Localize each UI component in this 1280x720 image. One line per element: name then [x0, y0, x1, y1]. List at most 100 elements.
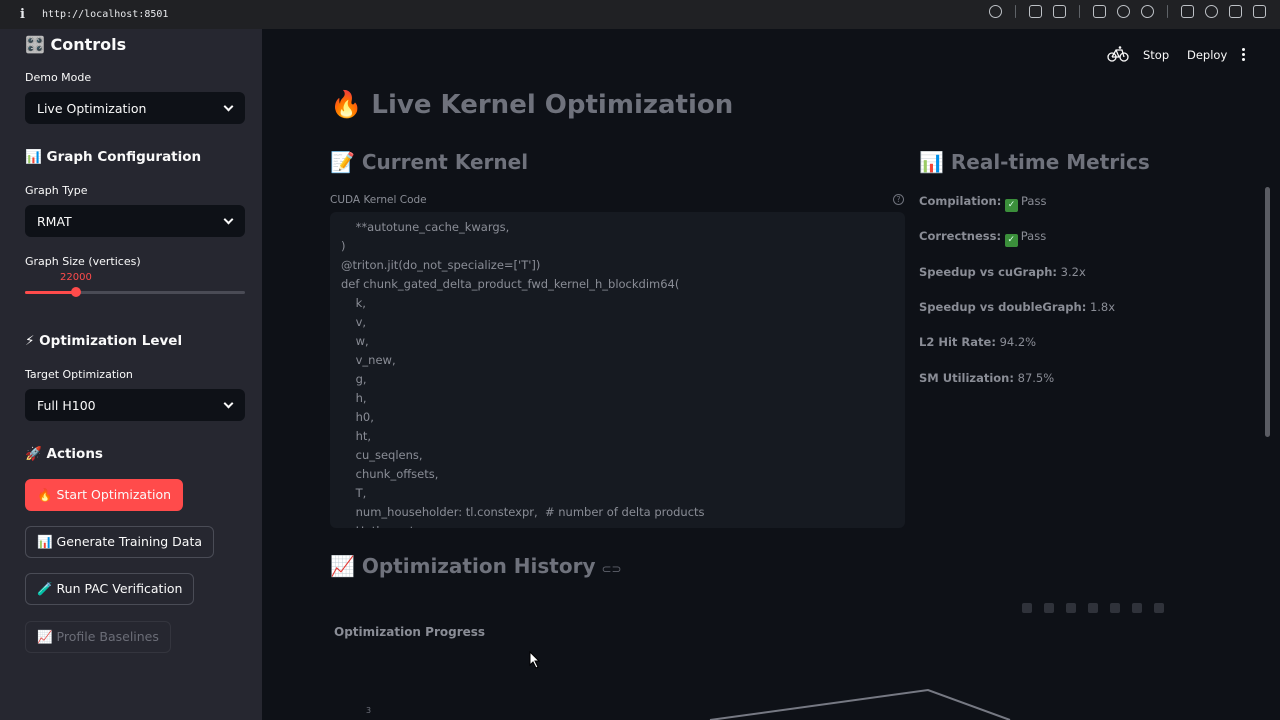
actions-heading: 🚀 Actions — [25, 446, 103, 462]
code-line: T, — [341, 486, 367, 500]
address-bar[interactable]: http://localhost:8501 — [42, 9, 168, 20]
metric-value: Pass — [1020, 229, 1047, 244]
code-line: v_new, — [341, 353, 396, 367]
code-line: h0, — [341, 410, 374, 424]
run-pac-verification-button[interactable]: 🧪 Run PAC Verification — [25, 573, 195, 605]
toolbar-divider — [1079, 5, 1080, 18]
graph-type-select[interactable]: RMAT — [25, 205, 245, 237]
graph-size-slider[interactable] — [25, 287, 245, 297]
pan-icon[interactable] — [1066, 603, 1076, 613]
code-label: CUDA Kernel Code — [330, 194, 427, 206]
chart-line — [709, 688, 1011, 720]
zoom-in-icon[interactable] — [1088, 603, 1098, 613]
demo-mode-value: Live Optimization — [37, 100, 147, 116]
anchor-link-icon[interactable]: ⊂⊃ — [602, 562, 622, 576]
sidebar-toggle-icon[interactable] — [1253, 5, 1266, 18]
camera-icon[interactable] — [1022, 603, 1032, 613]
metric-value: Pass — [1020, 194, 1047, 208]
toolbar-divider — [1167, 5, 1168, 18]
y-tick-label: 3 — [366, 706, 372, 715]
code-line: h, — [341, 391, 367, 405]
link-icon[interactable] — [989, 5, 1002, 18]
browser-toolbar: i http://localhost:8501 — [0, 0, 1280, 29]
metric-label: L2 Hit Rate: — [919, 335, 996, 350]
folder-icon[interactable] — [1093, 5, 1106, 18]
metric-value: 87.5% — [1017, 370, 1055, 385]
site-info-icon[interactable]: i — [20, 7, 36, 22]
code-line: g, — [341, 372, 367, 386]
metric-label: SM Utilization: — [919, 370, 1014, 385]
code-line: ) — [341, 239, 346, 253]
zoom-icon[interactable] — [1044, 603, 1054, 613]
metric-value: 94.2% — [999, 335, 1037, 350]
page-title: 🔥 Live Kernel Optimization — [330, 90, 734, 120]
main-scrollbar[interactable] — [1265, 187, 1270, 437]
metric-label: Speedup vs cuGraph: — [919, 264, 1058, 279]
main-menu-icon[interactable] — [1242, 48, 1246, 63]
generate-training-data-button[interactable]: 📊 Generate Training Data — [25, 526, 215, 558]
optimization-level-heading: ⚡ Optimization Level — [25, 333, 183, 349]
metric-value: 1.8x — [1089, 299, 1116, 314]
metric-label: Correctness: — [919, 229, 1002, 244]
chevron-down-icon — [223, 214, 234, 225]
history-title-text: 📈 Optimization History — [330, 554, 596, 578]
graph-size-label: Graph Size (vertices) — [25, 255, 141, 268]
metrics-heading: 📊 Real-time Metrics — [919, 150, 1150, 174]
check-icon: ✓ — [1004, 234, 1018, 248]
metric-label: Compilation: — [919, 194, 1002, 208]
graph-type-label: Graph Type — [25, 184, 88, 197]
code-line: ht, — [341, 429, 372, 443]
code-line: cu_seqlens, — [341, 448, 423, 462]
metric-row: L2 Hit Rate: 94.2% — [919, 335, 1036, 349]
reader-icon[interactable] — [1229, 5, 1242, 18]
start-optimization-button[interactable]: 🔥 Start Optimization — [25, 479, 184, 511]
code-line: k, — [341, 296, 366, 310]
optimization-history-heading: 📈 Optimization History ⊂⊃ — [330, 554, 622, 578]
code-line: w, — [341, 334, 369, 348]
sidebar: 🎛️ Controls Demo Mode Live Optimization … — [0, 29, 262, 720]
metric-row: Speedup vs cuGraph: 3.2x — [919, 265, 1086, 279]
extensions-icon[interactable] — [1181, 5, 1194, 18]
metric-label: Speedup vs doubleGraph: — [919, 299, 1087, 314]
code-line: num_householder: tl.constexpr, # number … — [341, 505, 705, 519]
demo-mode-label: Demo Mode — [25, 71, 92, 84]
code-line: v, — [341, 315, 367, 329]
deploy-button[interactable]: Deploy — [1187, 48, 1227, 62]
browser-tools — [989, 5, 1266, 18]
metric-row: SM Utilization: 87.5% — [919, 371, 1054, 385]
chevron-down-icon — [223, 101, 234, 112]
code-line: H: tl.constexpr, — [341, 524, 444, 528]
chart-title: Optimization Progress — [334, 625, 486, 639]
mouse-cursor-icon — [529, 651, 541, 669]
graph-size-value: 22000 — [60, 272, 92, 283]
help-icon[interactable]: ? — [893, 194, 904, 205]
crosshair-icon[interactable] — [1141, 5, 1154, 18]
demo-mode-select[interactable]: Live Optimization — [25, 92, 245, 124]
code-line: @triton.jit(do_not_specialize=['T']) — [341, 258, 541, 272]
code-line: def chunk_gated_delta_product_fwd_kernel… — [341, 277, 680, 291]
toolbar-divider — [1015, 5, 1016, 18]
download-icon[interactable] — [1029, 5, 1042, 18]
reset-icon[interactable] — [1154, 603, 1164, 613]
slider-thumb[interactable] — [70, 287, 81, 297]
zoom-out-icon[interactable] — [1110, 603, 1120, 613]
profile-icon[interactable] — [1205, 5, 1218, 18]
autoscale-icon[interactable] — [1132, 603, 1142, 613]
chevron-down-icon — [223, 398, 234, 409]
target-optimization-label: Target Optimization — [25, 368, 133, 381]
target-optimization-value: Full H100 — [37, 397, 96, 413]
camera-icon[interactable] — [1053, 5, 1066, 18]
stop-button[interactable]: Stop — [1143, 48, 1169, 62]
code-line: chunk_offsets, — [341, 467, 439, 481]
globe-icon[interactable] — [1117, 5, 1130, 18]
target-optimization-select[interactable]: Full H100 — [25, 389, 245, 421]
chart-toolbar — [1022, 603, 1164, 613]
code-line: **autotune_cache_kwargs, — [341, 220, 510, 234]
metric-row: Compilation: ✓ Pass — [919, 194, 1046, 212]
kernel-code-editor[interactable]: **autotune_cache_kwargs,) @triton.jit(do_… — [330, 212, 905, 528]
profile-baselines-button[interactable]: 📈 Profile Baselines — [25, 621, 171, 653]
controls-heading: 🎛️ Controls — [25, 35, 127, 54]
current-kernel-heading: 📝 Current Kernel — [330, 150, 529, 174]
graph-config-heading: 📊 Graph Configuration — [25, 149, 202, 165]
graph-type-value: RMAT — [37, 213, 72, 229]
